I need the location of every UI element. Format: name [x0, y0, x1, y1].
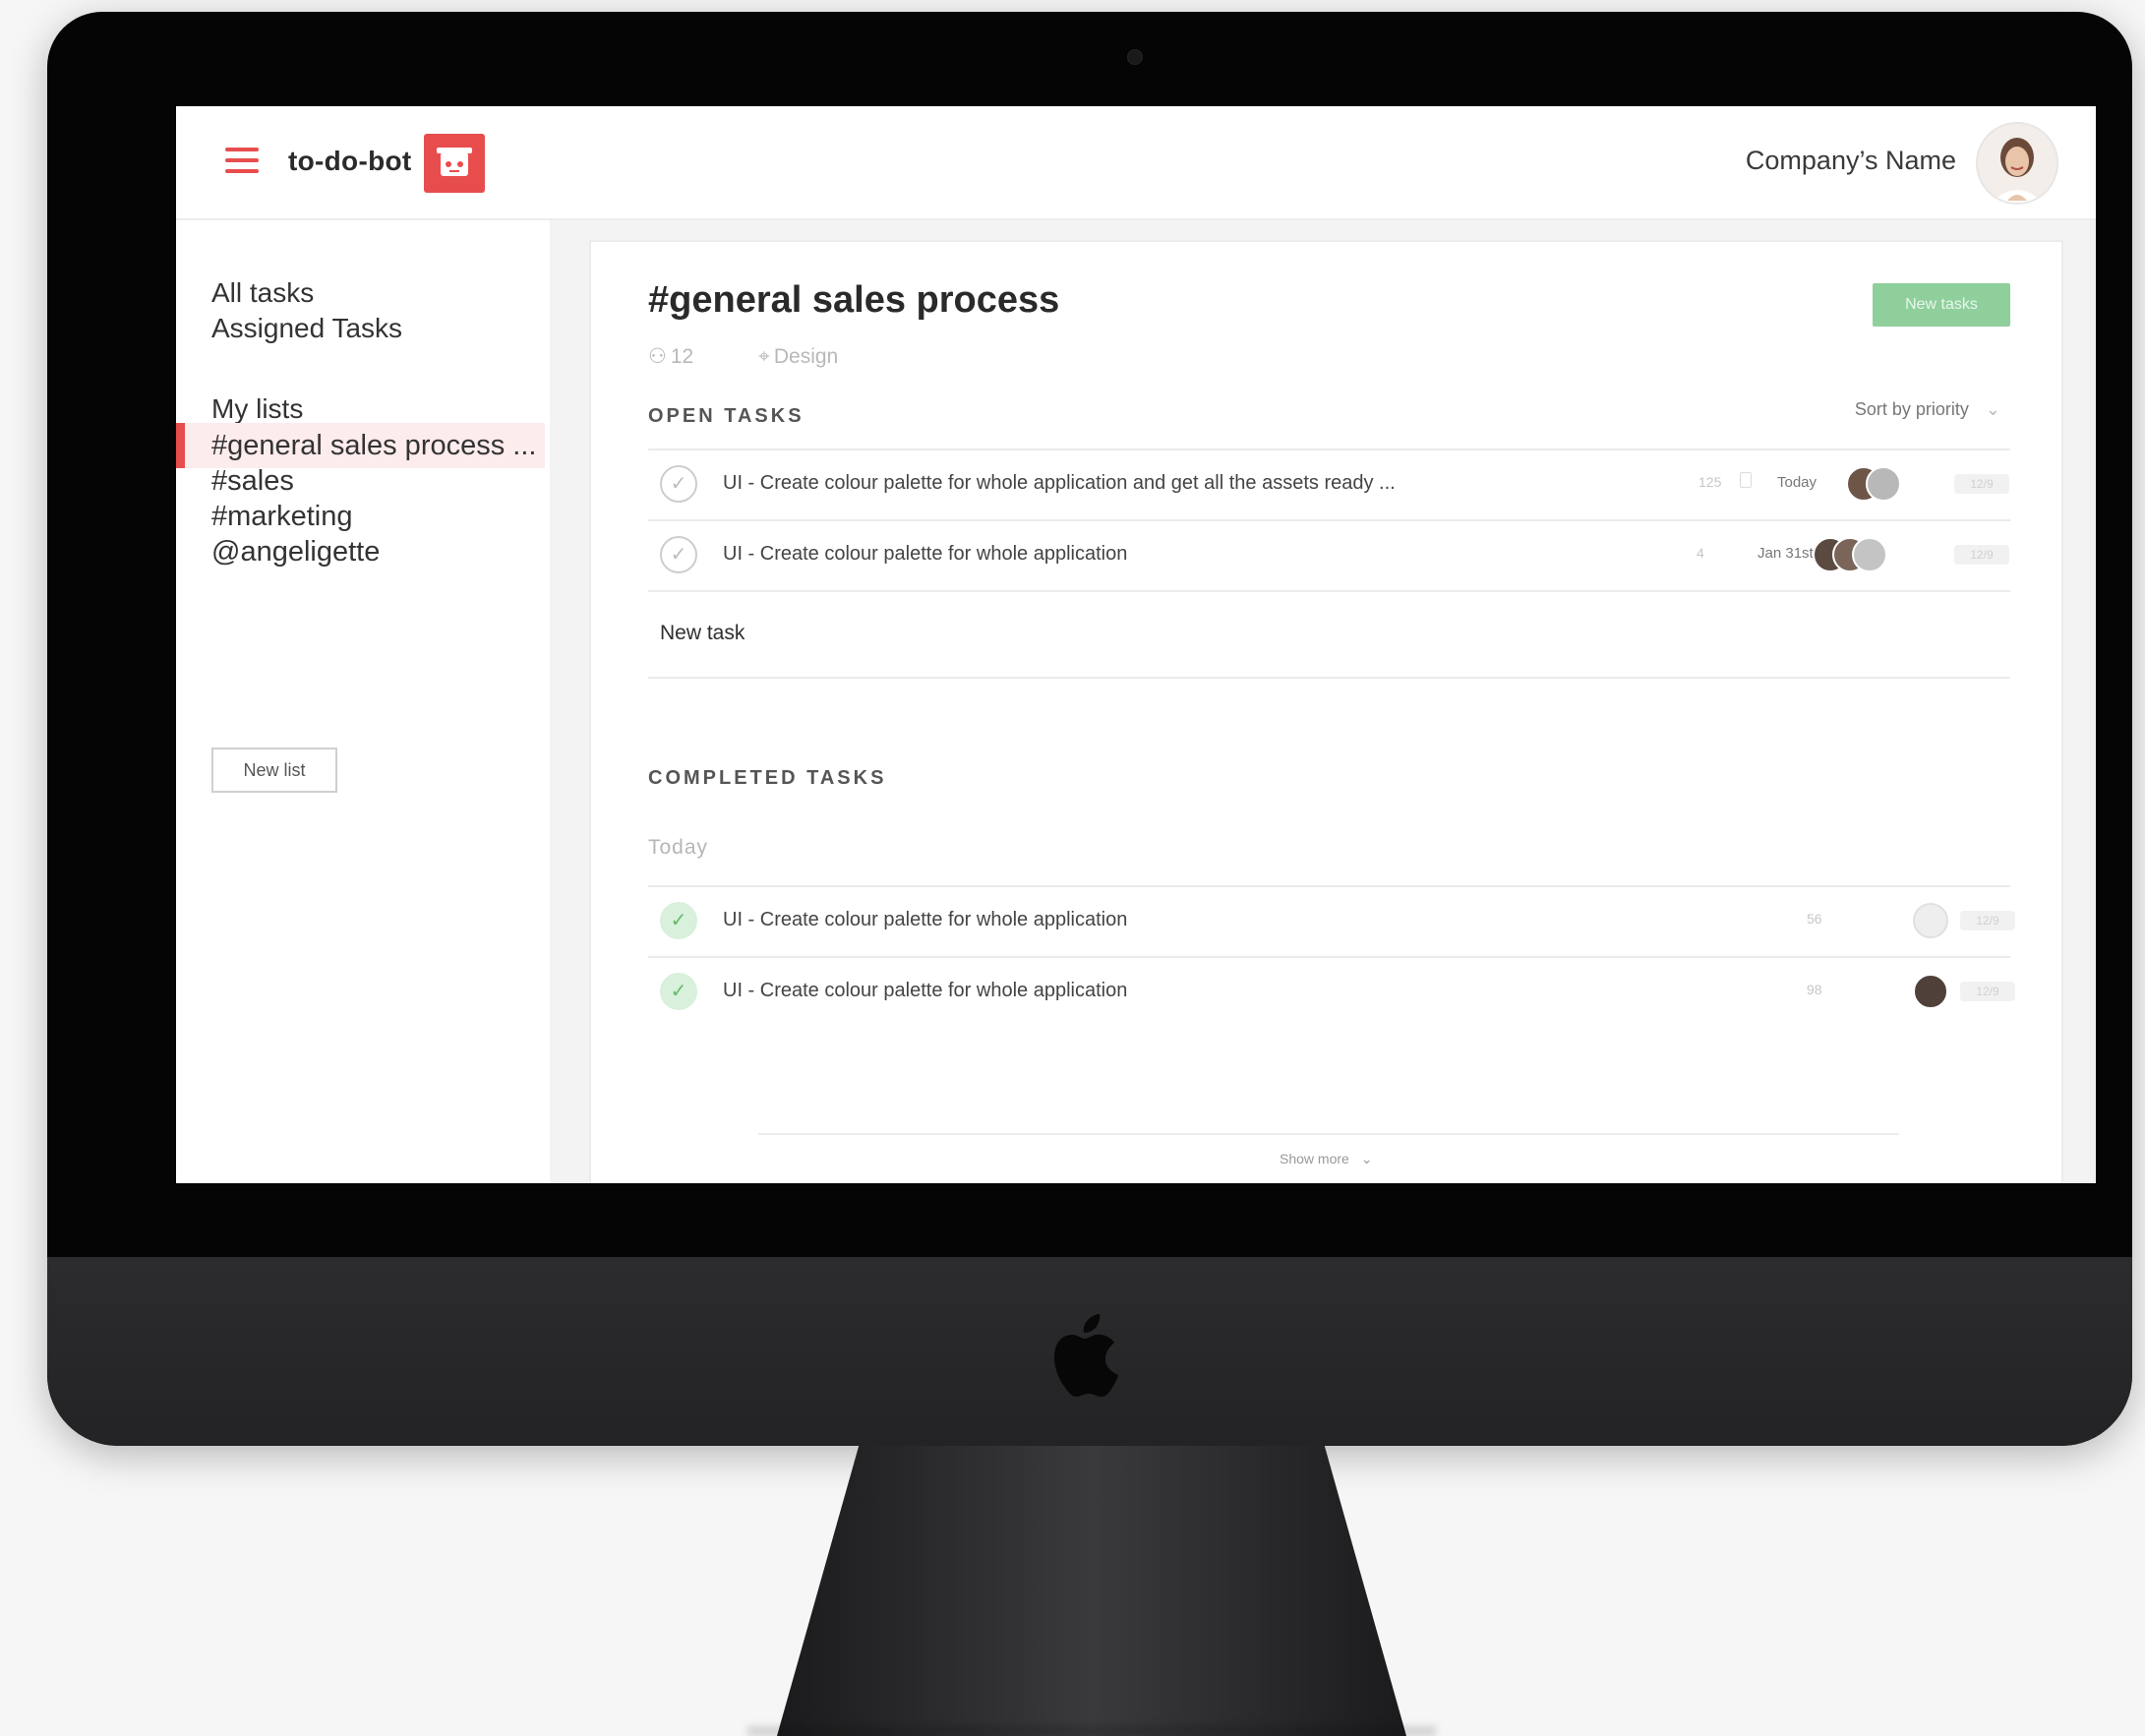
imac-stand — [777, 1446, 1406, 1736]
sort-dropdown[interactable]: Sort by priority ⌄ — [1855, 399, 2000, 420]
sort-label: Sort by priority — [1854, 399, 1969, 419]
attachment-icon — [1740, 472, 1752, 488]
tag-label: Design — [773, 345, 839, 368]
task-title[interactable]: UI - Create colour palette for whole app… — [723, 472, 1396, 495]
checkmark-icon: ✓ — [670, 910, 687, 931]
completed-tasks-heading: COMPLETED TASKS — [648, 767, 887, 789]
checkmark-icon: ✓ — [670, 981, 687, 1002]
company-name: Company’s Name — [1745, 146, 1956, 175]
task-tag-pill: 12/9 — [1954, 545, 2009, 565]
assignee-avatar[interactable] — [1852, 537, 1887, 572]
checkmark-icon: ✓ — [670, 544, 687, 566]
list-meta: ⚇ 12 ⌖ Design — [648, 344, 897, 369]
hamburger-icon[interactable] — [225, 148, 259, 173]
top-bar: to-do-bot Company’s Name — [176, 106, 2096, 220]
task-row[interactable]: ✓ UI - Create colour palette for whole a… — [648, 450, 2010, 519]
checkmark-icon: ✓ — [670, 473, 687, 495]
tag-icon: ⌖ — [758, 345, 770, 368]
divider — [648, 590, 2010, 592]
divider — [758, 1133, 1899, 1135]
chevron-down-icon: ⌄ — [1985, 399, 2000, 419]
members-count: 12 — [670, 345, 694, 368]
bot-logo-icon — [424, 134, 485, 193]
chevron-down-icon: ⌄ — [1360, 1151, 1373, 1167]
comment-count: 98 — [1807, 982, 1822, 997]
sidebar-item-angeligette[interactable]: @angeligette — [176, 529, 550, 574]
task-title[interactable]: UI - Create colour palette for whole app… — [723, 980, 1127, 1002]
divider — [648, 677, 2010, 679]
person-icon: ⚇ — [648, 345, 667, 368]
new-list-button[interactable]: New list — [211, 748, 337, 793]
monitor-chin — [47, 1257, 2132, 1446]
task-title[interactable]: UI - Create colour palette for whole app… — [723, 909, 1127, 931]
task-checkbox-checked[interactable]: ✓ — [660, 973, 697, 1010]
assignee-avatar[interactable] — [1913, 974, 1948, 1009]
completed-task-row[interactable]: ✓ UI - Create colour palette for whole a… — [648, 887, 2015, 956]
main-panel: #general sales process ⚇ 12 ⌖ Design New t… — [589, 240, 2063, 1183]
comment-count: 125 — [1698, 474, 1722, 490]
page-title: #general sales process — [648, 279, 1060, 321]
task-checkbox-checked[interactable]: ✓ — [660, 902, 697, 939]
imac-monitor: to-do-bot Company’s Name All tasks Assig… — [47, 12, 2132, 1446]
comment-count: 4 — [1697, 545, 1704, 561]
completed-task-row[interactable]: ✓ UI - Create colour palette for whole a… — [648, 958, 2015, 1027]
open-tasks-heading: OPEN TASKS — [648, 405, 804, 427]
completed-group-label: Today — [648, 836, 709, 859]
app-screen: to-do-bot Company’s Name All tasks Assig… — [176, 106, 2096, 1183]
task-title[interactable]: UI - Create colour palette for whole app… — [723, 543, 1127, 566]
due-date: Today — [1777, 474, 1817, 491]
task-tag-pill: 12/9 — [1960, 911, 2015, 930]
sidebar: All tasks Assigned Tasks My lists #gener… — [176, 220, 550, 1183]
tag-meta[interactable]: ⌖ Design — [758, 345, 867, 368]
assignee-avatar[interactable] — [1866, 466, 1901, 502]
task-checkbox[interactable]: ✓ — [660, 465, 697, 503]
user-avatar[interactable] — [1976, 122, 2058, 205]
show-more-label: Show more — [1280, 1151, 1349, 1167]
task-tag-pill: 12/9 — [1954, 474, 2009, 494]
task-row[interactable]: ✓ UI - Create colour palette for whole a… — [648, 521, 2010, 590]
comment-count: 56 — [1807, 911, 1822, 927]
assignee-avatar[interactable] — [1913, 903, 1948, 938]
new-task-input[interactable]: New task — [660, 622, 745, 645]
members-meta: ⚇ 12 — [648, 345, 729, 368]
task-checkbox[interactable]: ✓ — [660, 536, 697, 573]
nav-all-tasks[interactable]: All tasks — [211, 277, 314, 309]
stand-shadow — [747, 1726, 1436, 1736]
nav-assigned-tasks[interactable]: Assigned Tasks — [211, 313, 402, 344]
app-name: to-do-bot — [288, 146, 412, 176]
due-date: Jan 31st — [1758, 545, 1814, 562]
show-more-link[interactable]: Show more ⌄ — [1280, 1151, 1372, 1167]
task-tag-pill: 12/9 — [1960, 982, 2015, 1001]
new-tasks-button[interactable]: New tasks — [1873, 283, 2010, 327]
camera — [1127, 49, 1143, 65]
apple-logo-icon — [1054, 1314, 1118, 1397]
